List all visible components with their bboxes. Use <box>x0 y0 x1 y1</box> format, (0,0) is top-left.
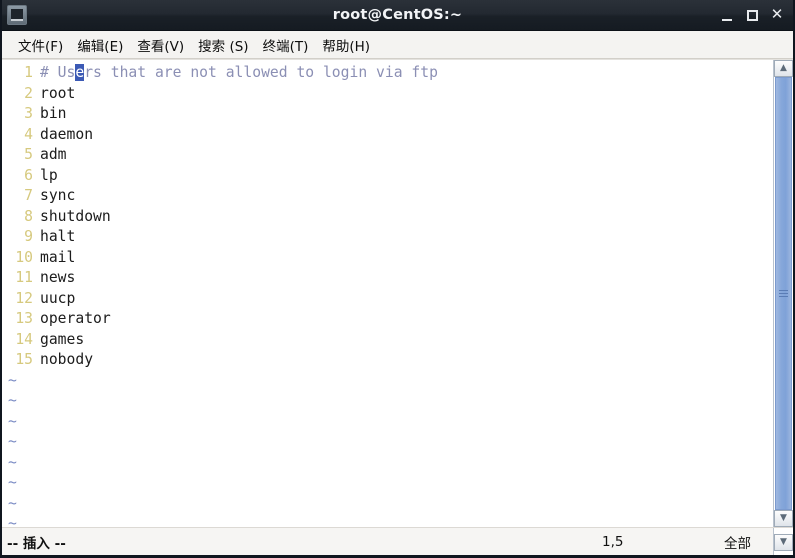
line-number: 8 <box>24 207 33 225</box>
vim-text-buffer[interactable]: 1 # Users that are not allowed to login v… <box>2 60 773 527</box>
line-text: # Users that are not allowed to login vi… <box>40 64 438 81</box>
tilde-marker: ~ <box>8 371 17 389</box>
line-number: 6 <box>24 166 33 184</box>
line-text: nobody <box>40 351 94 368</box>
line-text: mail <box>40 248 76 266</box>
editor-line[interactable]: 12 uucp <box>2 289 773 310</box>
editor-empty-line: ~ <box>2 412 773 433</box>
line-number: 11 <box>15 269 33 286</box>
editor-line[interactable]: 1 # Users that are not allowed to login v… <box>2 63 773 84</box>
statusbar-scroll-corner: ▼ <box>773 528 793 555</box>
menu-item-view[interactable]: 查看(V) <box>130 33 191 57</box>
line-number: 12 <box>15 289 33 307</box>
tilde-marker: ~ <box>8 433 17 450</box>
line-text: lp <box>40 166 58 184</box>
line-text: news <box>40 269 76 286</box>
tilde-marker: ~ <box>8 474 17 491</box>
text-cursor: e <box>75 64 85 81</box>
line-text: games <box>40 330 85 348</box>
minimize-icon[interactable] <box>720 8 734 22</box>
scroll-up-button[interactable]: ▲ <box>774 60 793 77</box>
line-text: uucp <box>40 289 76 307</box>
line-number: 4 <box>24 125 33 143</box>
line-text: daemon <box>40 125 94 143</box>
line-number: 10 <box>15 248 33 266</box>
cursor-position-indicator: 1,5 <box>602 534 624 550</box>
editor-empty-line: ~ <box>2 371 773 392</box>
menu-item-terminal[interactable]: 终端(T) <box>256 33 316 57</box>
editor-area: 1 # Users that are not allowed to login v… <box>2 59 793 527</box>
line-number: 13 <box>15 310 33 327</box>
line-text: halt <box>40 228 76 245</box>
window-title: root@CentOS:~ <box>332 7 463 23</box>
menu-item-search[interactable]: 搜索 (S) <box>191 33 255 57</box>
editor-line[interactable]: 5 adm <box>2 145 773 166</box>
vim-mode-indicator: -- 插入 -- <box>7 536 66 552</box>
line-number: 3 <box>24 105 33 122</box>
editor-line[interactable]: 9 halt <box>2 227 773 248</box>
scroll-down-button-corner[interactable]: ▼ <box>774 533 793 551</box>
editor-empty-line: ~ <box>2 494 773 515</box>
editor-line[interactable]: 4 daemon <box>2 125 773 146</box>
editor-line[interactable]: 11 news <box>2 268 773 289</box>
editor-empty-line: ~ <box>2 391 773 412</box>
scrollbar-grip-icon <box>779 290 788 297</box>
editor-line[interactable]: 13 operator <box>2 309 773 330</box>
tilde-marker: ~ <box>8 412 17 430</box>
tilde-marker: ~ <box>8 453 17 471</box>
line-text: bin <box>40 105 67 122</box>
editor-line[interactable]: 3 bin <box>2 104 773 125</box>
scroll-down-button[interactable]: ▼ <box>774 510 793 527</box>
vertical-scrollbar[interactable]: ▲ ▼ <box>773 60 793 527</box>
maximize-icon[interactable] <box>745 8 759 22</box>
scrollbar-track[interactable] <box>774 77 793 510</box>
tilde-marker: ~ <box>8 494 17 512</box>
editor-line[interactable]: 8 shutdown <box>2 207 773 228</box>
line-number: 7 <box>24 187 33 204</box>
editor-empty-line: ~ <box>2 473 773 494</box>
scrollbar-thumb[interactable] <box>775 77 792 510</box>
line-number: 15 <box>15 351 33 368</box>
editor-line[interactable]: 14 games <box>2 330 773 351</box>
line-number: 14 <box>15 330 33 348</box>
line-number: 9 <box>24 228 33 245</box>
tilde-marker: ~ <box>8 392 17 409</box>
editor-line[interactable]: 10 mail <box>2 248 773 269</box>
line-number: 2 <box>24 84 33 102</box>
line-number: 1 <box>24 64 33 81</box>
scroll-scope-indicator: 全部 <box>724 536 751 552</box>
editor-empty-line: ~ <box>2 453 773 474</box>
line-number: 5 <box>24 146 33 163</box>
line-text: sync <box>40 187 76 204</box>
terminal-window: root@CentOS:~ ✕ 文件(F) 编辑(E) 查看(V) 搜索 (S)… <box>0 0 795 558</box>
editor-line[interactable]: 15 nobody <box>2 350 773 371</box>
menubar: 文件(F) 编辑(E) 查看(V) 搜索 (S) 终端(T) 帮助(H) <box>2 31 793 59</box>
editor-line[interactable]: 2 root <box>2 84 773 105</box>
window-controls: ✕ <box>720 7 793 23</box>
editor-empty-line: ~ <box>2 514 773 527</box>
titlebar[interactable]: root@CentOS:~ ✕ <box>2 0 793 31</box>
editor-line[interactable]: 6 lp <box>2 166 773 187</box>
line-text: adm <box>40 146 67 163</box>
menu-item-file[interactable]: 文件(F) <box>11 33 70 57</box>
line-text: shutdown <box>40 207 111 225</box>
line-text: operator <box>40 310 111 327</box>
close-icon[interactable]: ✕ <box>770 7 784 23</box>
menu-item-help[interactable]: 帮助(H) <box>315 33 377 57</box>
editor-empty-line: ~ <box>2 432 773 453</box>
line-text: root <box>40 84 76 102</box>
tilde-marker: ~ <box>8 515 17 527</box>
menu-item-edit[interactable]: 编辑(E) <box>70 33 130 57</box>
editor-line[interactable]: 7 sync <box>2 186 773 207</box>
terminal-icon <box>7 5 27 25</box>
statusbar: -- 插入 -- 1,5 全部 ▼ <box>2 527 793 555</box>
